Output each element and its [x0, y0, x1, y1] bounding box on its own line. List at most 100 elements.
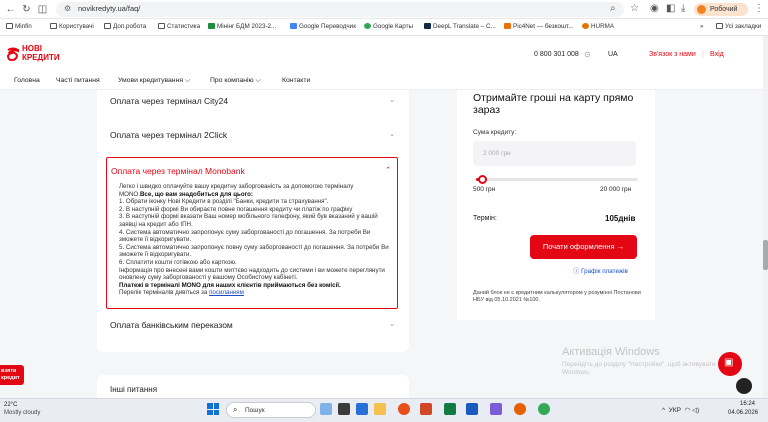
- profile-avatar: [697, 5, 706, 14]
- slider-max-label: 20 000 грн: [600, 186, 632, 193]
- search-icon[interactable]: ⌕: [610, 3, 616, 14]
- loan-calculator: [457, 90, 655, 320]
- chevron-down-icon: ⌄: [389, 97, 395, 104]
- windows-start-icon[interactable]: [207, 403, 219, 415]
- contact-link[interactable]: Зв'язок з нами: [649, 51, 696, 58]
- volume-icon: ◁): [692, 407, 700, 414]
- theme-toggle[interactable]: [736, 378, 752, 394]
- tab-icon[interactable]: ◫: [36, 3, 49, 16]
- taskbar-search[interactable]: ⌕ Пошук: [226, 402, 316, 418]
- chrome-icon[interactable]: [538, 403, 550, 415]
- excel-icon[interactable]: [444, 403, 456, 415]
- url-text: novikredyty.ua/faq/: [78, 4, 141, 13]
- bookmark-item[interactable]: HURMA: [582, 23, 614, 30]
- language-switch[interactable]: UA: [608, 51, 618, 58]
- phone-number[interactable]: 0 800 301 008: [534, 51, 579, 58]
- task-view-icon[interactable]: [338, 403, 350, 415]
- bookmark-item[interactable]: DeepL Translate – C...: [424, 23, 496, 30]
- bookmark-item[interactable]: Google Карты: [364, 23, 413, 30]
- sum-slider-track[interactable]: [476, 178, 638, 181]
- powerpoint-icon[interactable]: [420, 403, 432, 415]
- login-link[interactable]: Вхід: [710, 51, 724, 58]
- browser-toolbar: ← ↻ ◫ ⚙ novikredyty.ua/faq/ ⌕ ☆ ◉ ◧ ⤓ Ро…: [0, 0, 768, 19]
- faq-answer: Легко і швидко оплачуйте вашу кредитну з…: [119, 183, 389, 297]
- search-icon: ⌕: [233, 405, 238, 414]
- translate-icon: [290, 23, 297, 29]
- bookmark-item[interactable]: Minfin: [6, 23, 32, 30]
- other-questions-title[interactable]: Інші питання: [110, 385, 157, 394]
- folder-icon: [716, 23, 723, 29]
- site-info-icon[interactable]: ⚙: [64, 4, 71, 13]
- menu-icon[interactable]: ⋮: [754, 3, 764, 14]
- app-icon[interactable]: [356, 403, 368, 415]
- nav-contacts[interactable]: Контакти: [282, 77, 310, 84]
- logo-text[interactable]: НОВІ КРЕДИТИ: [22, 44, 60, 62]
- maps-icon: [364, 23, 371, 29]
- sum-label: Сума кредиту:: [473, 129, 517, 136]
- term-label: Термін:: [473, 215, 497, 222]
- wifi-icon: ◠: [684, 407, 691, 414]
- folder-icon: [158, 23, 165, 29]
- folder-icon: [104, 23, 111, 29]
- phone-icon[interactable]: ⊙: [584, 50, 591, 59]
- terminals-link[interactable]: посиланням: [209, 289, 244, 296]
- weather-desc[interactable]: Mostly cloudy: [4, 410, 40, 416]
- bookmark-item[interactable]: Мінінг БДМ 2023-2...: [208, 23, 276, 30]
- nav-about[interactable]: Про компанію ⌵: [210, 77, 261, 85]
- bookmark-item[interactable]: Pic4Net — безкошт...: [504, 23, 573, 30]
- faq-item-monobank-title[interactable]: Оплата через термінал Monobank: [111, 166, 245, 176]
- faq-item-city24[interactable]: Оплата через термінал City24 ⌄: [110, 96, 395, 106]
- windows-activation-text: Перейдіть до розділу "Настройки", щоб ак…: [562, 361, 716, 376]
- chat-icon: ▣: [724, 357, 734, 368]
- firefox-icon[interactable]: [514, 403, 526, 415]
- get-credit-float-button[interactable]: взяти кредит: [0, 365, 24, 385]
- opera-icon[interactable]: [398, 403, 410, 415]
- faq-item-monobank-expanded: Оплата через термінал Monobank ⌃ Легко і…: [106, 157, 398, 309]
- scrollbar-thumb[interactable]: [763, 240, 768, 270]
- nav-faq[interactable]: Часті питання: [56, 77, 100, 84]
- widgets-icon[interactable]: [320, 403, 332, 415]
- star-icon[interactable]: ☆: [630, 3, 639, 14]
- profile-button[interactable]: Робочий: [694, 3, 748, 16]
- deepl-icon: [424, 23, 431, 29]
- clock-date[interactable]: 04.06.2026: [728, 410, 758, 416]
- term-value: 105днів: [605, 214, 636, 223]
- word-icon[interactable]: [466, 403, 478, 415]
- folder-icon: [50, 23, 57, 29]
- camera-icon[interactable]: ◉: [650, 3, 659, 14]
- nav-credit-terms[interactable]: Умови кредитування ⌵: [118, 77, 190, 85]
- chat-button[interactable]: ▣: [718, 352, 742, 376]
- nav-home[interactable]: Головна: [14, 77, 40, 84]
- chevron-down-icon: ⌄: [389, 321, 395, 328]
- payment-schedule-link[interactable]: ⓘ Графік платежів: [573, 266, 628, 275]
- chevron-up-icon[interactable]: ⌃: [385, 166, 391, 174]
- folder-icon: [6, 23, 13, 29]
- logo-icon[interactable]: [6, 47, 20, 61]
- bookmarks-more[interactable]: »: [700, 23, 704, 30]
- download-icon[interactable]: ⤓: [681, 3, 685, 14]
- weather-temp[interactable]: 22°C: [4, 402, 17, 408]
- back-icon[interactable]: ←: [4, 3, 17, 16]
- bookmark-item[interactable]: Google Переводчик: [290, 23, 356, 30]
- all-bookmarks[interactable]: Усі закладки: [716, 23, 761, 30]
- page-scrollbar[interactable]: [763, 36, 768, 398]
- sum-input[interactable]: 2 000 грн: [473, 141, 636, 166]
- faq-item-bank-transfer[interactable]: Оплата банківським переказом ⌄: [110, 320, 395, 330]
- calculator-title: Отримайте гроші на карту прямо зараз: [473, 92, 634, 116]
- address-bar[interactable]: ⚙ novikredyty.ua/faq/: [56, 2, 624, 17]
- main-nav: Головна Часті питання Умови кредитування…: [0, 74, 768, 90]
- clock-time[interactable]: 16:24: [740, 401, 755, 407]
- faq-item-2click[interactable]: Оплата через термінал 2Click ⌄: [110, 130, 395, 140]
- system-tray[interactable]: ^ УКР ◠ ◁): [662, 406, 699, 414]
- bookmark-item[interactable]: Доп.робота: [104, 23, 146, 30]
- bookmark-item[interactable]: Користувачі: [50, 23, 94, 30]
- hurma-icon: [582, 23, 589, 29]
- profile-label: Робочий: [710, 6, 738, 13]
- start-application-button[interactable]: Почати оформлення →: [530, 235, 637, 259]
- bookmark-item[interactable]: Статистика: [158, 23, 200, 30]
- reload-icon[interactable]: ↻: [20, 3, 33, 16]
- bookmarks-bar: Minfin Користувачі Доп.робота Статистика…: [0, 19, 768, 36]
- app-icon[interactable]: [490, 403, 502, 415]
- file-explorer-icon[interactable]: [374, 403, 386, 415]
- extensions-icon[interactable]: ◧: [666, 3, 675, 14]
